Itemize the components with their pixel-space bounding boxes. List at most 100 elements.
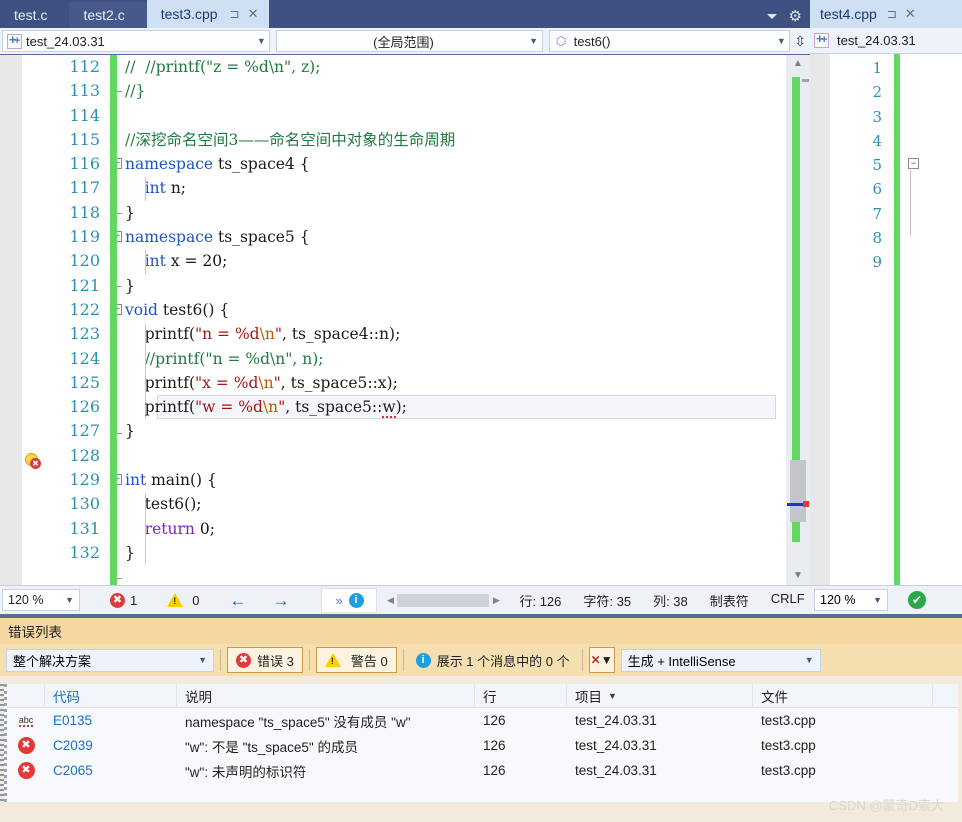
code-line-120: int x = 20; [144,252,228,271]
member-selector[interactable]: ⬡ test6() ▼ [548,30,791,52]
error-code[interactable]: C2065 [45,758,177,783]
chevron-down-icon[interactable]: ▼ [198,655,207,665]
editor-vertical-scrollbar[interactable]: ▲ ▼ [786,55,810,585]
right-zoom-selector[interactable]: 120 % ▼ [814,589,888,611]
scrollbar-error-marker [803,501,809,507]
scroll-up-icon[interactable]: ▲ [786,55,810,73]
right-code-area[interactable]: − [900,54,962,585]
code-line-115: //深挖命名空间3——命名空间中对象的生命周期 [125,128,786,152]
line-number: 131 [69,518,100,538]
chevron-down-icon[interactable]: ▼ [873,595,882,605]
line-number: 125 [69,372,100,392]
project-selector[interactable]: test_24.03.31 ▼ [2,30,271,52]
navigate-buttons: ← → [229,592,289,609]
scope-selector[interactable]: (全局范围) ▼ [276,30,543,52]
fold-bracket-foot [117,91,122,92]
editor-glyph-margin[interactable]: ✖ [22,55,44,585]
error-count-indicator[interactable]: ✖ 1 [110,592,137,608]
close-icon[interactable]: ✕ [905,6,916,22]
tab-test4-cpp[interactable]: test4.cpp ⊐ ✕ [810,0,962,28]
arrow-right-icon[interactable]: → [272,592,289,609]
column-header-icon[interactable] [7,683,45,708]
fold-toggle-129[interactable]: − [117,474,122,485]
code-line-124: //printf("n = %d\n", n); [125,349,324,368]
scope-selector-value: (全局范围) [373,34,434,50]
double-chevron-icon[interactable]: » [335,593,342,608]
table-row[interactable]: ✖ C2065 "w": 未声明的标识符 126 test_24.03.31 t… [7,758,958,783]
scrollbar-edit-marker [802,79,809,82]
chevron-down-icon[interactable]: ▼ [253,36,269,46]
build-filter-selector[interactable]: 生成 + IntelliSense ▼ [620,648,821,672]
error-code[interactable]: C2039 [45,733,177,758]
error-description: "w": 不是 "ts_space5" 的成员 [185,739,358,755]
code-text-area[interactable]: − − − − // //printf("z = %d\n", z); //} [117,55,786,585]
lightbulb-error-icon[interactable]: ✖ [25,453,41,469]
chevron-down-icon[interactable] [766,13,777,19]
char-indicator: 字符: 35 [583,593,632,609]
toolbar-separator [308,649,310,671]
editor-horizontal-scrollbar[interactable]: ◀ ▶ [383,589,503,611]
chevron-down-icon[interactable]: ▼ [805,655,814,665]
column-header-description[interactable]: 说明 [177,683,475,708]
messages-filter-button[interactable]: i 展示 1 个消息中的 0 个 [410,647,576,673]
gear-icon[interactable]: ⚙ [789,9,802,24]
error-scope-selector[interactable]: 整个解决方案 ▼ [6,648,214,672]
scroll-left-icon[interactable]: ◀ [383,595,397,606]
chevron-down-icon[interactable]: ▼ [526,36,542,46]
watermark: CSDN @蒙奇D索大 [828,798,944,813]
close-icon[interactable]: ✕ [248,6,259,22]
code-line-127: } [125,422,135,441]
clear-filter-button[interactable]: ✕▼ [588,647,615,673]
split-window-icon[interactable]: ⇳ [790,33,810,50]
change-tracking-bar [110,55,117,585]
error-code[interactable]: E0135 [45,708,177,733]
tab-strip-tools: ⚙ [738,4,810,28]
scroll-down-icon[interactable]: ▼ [786,567,810,585]
column-header-file[interactable]: 文件 [753,683,933,708]
column-header-project[interactable]: 项目 ▼ [567,683,753,708]
project-cpp-icon [814,31,829,48]
warning-icon [324,653,341,667]
toolbar-separator [402,649,404,671]
right-panel-editor[interactable]: 1 2 3 4 5 6 7 8 9 − [810,54,962,585]
arrow-left-icon[interactable]: ← [229,592,246,609]
column-header-code[interactable]: 代码 [45,683,177,708]
fold-bracket-foot [117,286,122,287]
pin-icon[interactable]: ⊐ [887,7,897,21]
fold-toggle-116[interactable]: − [117,158,122,169]
error-file: test3.cpp [761,713,816,728]
error-list-grid[interactable]: 代码 说明 行 项目 ▼ 文件 abc E0135 namespace "ts_… [4,683,958,802]
intellisense-info-group[interactable]: » i [321,587,378,613]
right-fold-toggle[interactable]: − [908,158,919,169]
error-project: test_24.03.31 [575,738,657,753]
scrollbar-thumb[interactable] [790,460,806,522]
table-row[interactable]: abc E0135 namespace "ts_space5" 没有成员 "w"… [7,708,958,733]
fold-toggle-122[interactable]: − [117,304,122,315]
code-line-116: namespace ts_space4 { [125,155,310,174]
column-indicator: 列: 38 [653,593,688,609]
scroll-right-icon[interactable]: ▶ [489,595,503,606]
code-line-130: test6(); [125,495,202,514]
hscroll-thumb[interactable] [397,593,490,607]
right-document-panel: test4.cpp ⊐ ✕ test_24.03.31 1 2 3 4 5 6 … [810,0,962,614]
chevron-down-icon[interactable]: ▼ [773,36,789,46]
table-row[interactable]: ✖ C2039 "w": 不是 "ts_space5" 的成员 126 test… [7,733,958,758]
zoom-selector[interactable]: 120 % ▼ [2,589,80,611]
warnings-filter-button[interactable]: 警告 0 [315,647,397,673]
tab-test2-c[interactable]: test2.c [69,2,147,28]
tab-test3-cpp[interactable]: test3.cpp ⊐ ✕ [146,0,269,28]
pin-icon[interactable]: ⊐ [230,7,240,21]
right-panel-navigation-bar[interactable]: test_24.03.31 [810,28,962,54]
warning-icon [167,593,184,607]
errors-filter-button[interactable]: ✖ 错误 3 [227,647,303,673]
error-icon: ✖ [110,592,125,608]
chevron-down-icon[interactable]: ▼ [65,595,74,605]
warning-count-indicator[interactable]: 0 [167,593,199,608]
fold-toggle-119[interactable]: − [117,231,122,242]
code-editor[interactable]: ✖ 112 113 114 115 116 117 118 119 120 12… [0,55,810,585]
line-number: 120 [69,251,100,271]
info-icon[interactable]: i [348,592,364,608]
tab-test-c[interactable]: test.c [0,2,70,28]
error-line: 126 [483,763,506,778]
column-header-line[interactable]: 行 [475,683,567,708]
